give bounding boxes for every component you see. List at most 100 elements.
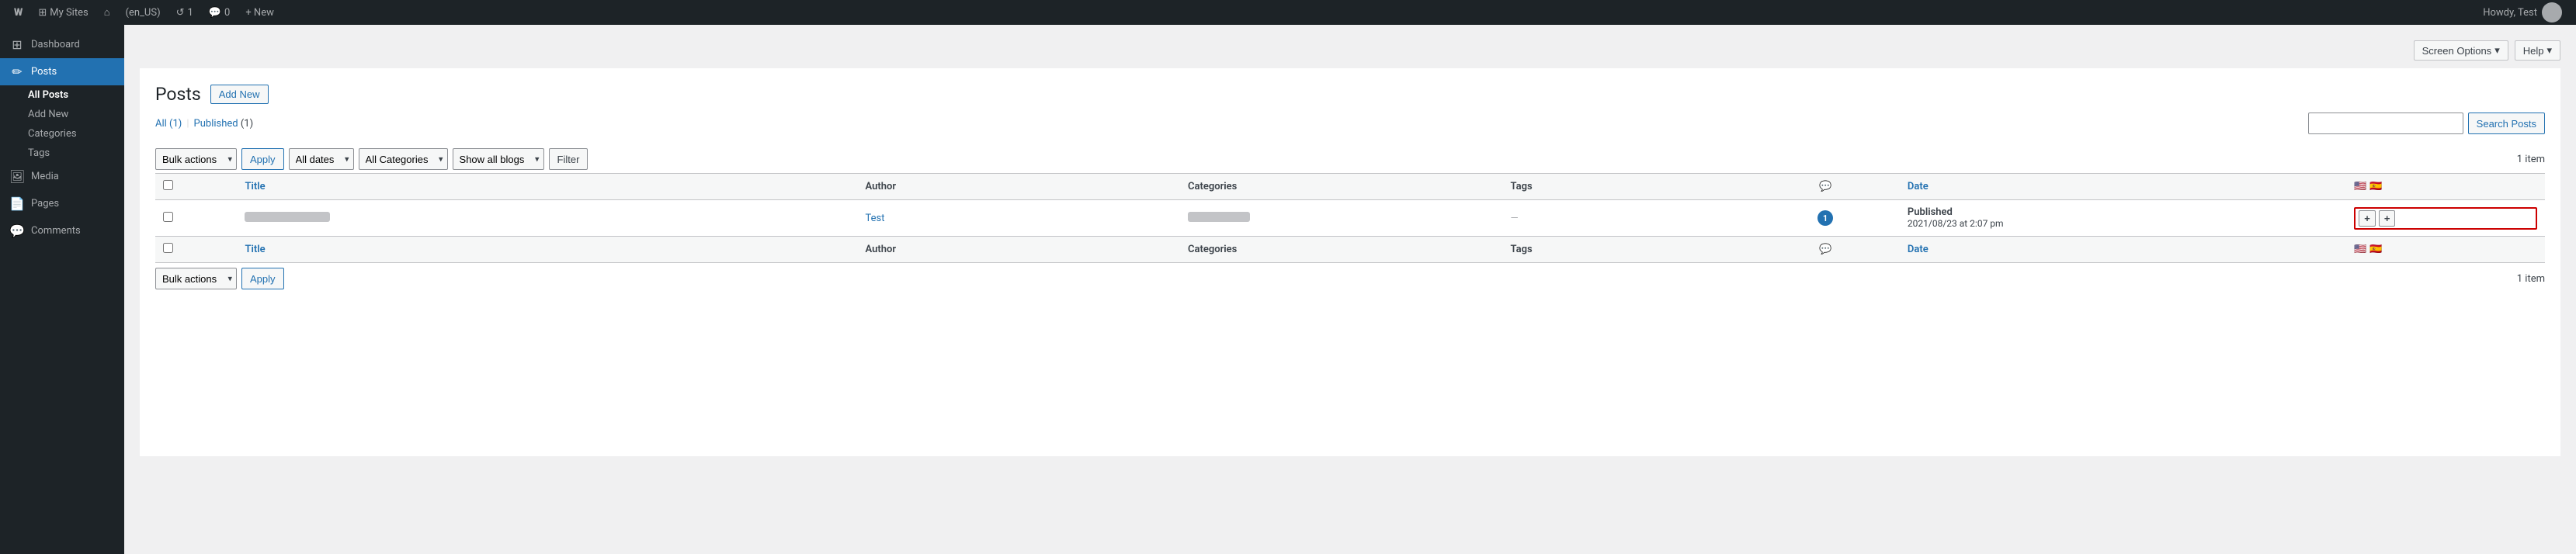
add-lang-us-button[interactable]: +: [2359, 210, 2376, 227]
filter-separator: |: [186, 118, 189, 130]
sidebar-item-dashboard[interactable]: ⊞ Dashboard: [0, 31, 124, 58]
pages-icon: 📄: [9, 196, 25, 211]
apply-button-top[interactable]: Apply: [241, 148, 284, 170]
update-icon: ↺: [176, 7, 185, 19]
tags-col-label-footer: Tags: [1511, 244, 1533, 255]
apply-label-bottom: Apply: [250, 273, 276, 285]
comments-count: 0: [224, 7, 230, 19]
date-col-label: Date: [1908, 181, 1929, 192]
categories-cell: [1180, 200, 1503, 237]
admin-sidebar: ⊞ Dashboard ✏ Posts All Posts Add New Ca…: [0, 25, 124, 554]
dates-filter-select[interactable]: All dates: [289, 148, 354, 170]
title-col-label: Title: [245, 181, 265, 192]
comments-footer-header: 💬: [1751, 237, 1900, 263]
sidebar-item-all-posts[interactable]: All Posts: [0, 85, 124, 105]
add-new-label: Add New: [28, 109, 68, 120]
select-all-footer: [155, 237, 237, 263]
content-wrap: Posts Add New All (1) | Publis: [140, 68, 2560, 456]
sidebar-item-comments[interactable]: 💬 Comments: [0, 217, 124, 244]
sidebar-item-categories[interactable]: Categories: [0, 124, 124, 144]
flag-us-header: 🇺🇸: [2354, 181, 2366, 192]
author-col-label-footer: Author: [866, 244, 897, 255]
title-col-label-footer: Title: [245, 244, 265, 255]
wp-logo-icon: W: [14, 7, 23, 19]
screen-options-button[interactable]: Screen Options ▾: [2414, 40, 2508, 61]
my-sites-label: My Sites: [50, 7, 88, 19]
comments-item[interactable]: 💬 0: [201, 0, 238, 25]
sidebar-item-media[interactable]: 🖼 Media: [0, 163, 124, 190]
comments-icon-header: 💬: [1819, 181, 1831, 192]
author-link[interactable]: Test: [866, 213, 885, 224]
comments-icon: 💬: [209, 7, 221, 19]
sidebar-item-pages[interactable]: 📄 Pages: [0, 190, 124, 217]
item-count-bottom: 1 item: [2517, 273, 2545, 285]
tags-dash: —: [1511, 213, 1519, 224]
categories-column-header: Categories: [1180, 174, 1503, 200]
updates-item[interactable]: ↺ 1: [168, 0, 201, 25]
categories-col-label: Categories: [1188, 181, 1237, 192]
search-box: Search Posts: [2308, 113, 2545, 134]
bulk-actions-select-bottom[interactable]: Bulk actions: [155, 268, 237, 289]
sidebar-item-posts[interactable]: ✏ Posts: [0, 58, 124, 85]
search-input[interactable]: [2308, 113, 2463, 134]
home-item[interactable]: ⌂: [96, 0, 118, 25]
sidebar-label-dashboard: Dashboard: [31, 39, 80, 50]
new-content-item[interactable]: + New: [238, 0, 282, 25]
published-label: Published: [194, 118, 238, 130]
tags-label: Tags: [28, 147, 50, 159]
tags-col-label: Tags: [1511, 181, 1533, 192]
table-header: Title Author Categories Tags: [155, 174, 2545, 200]
screen-options-label: Screen Options: [2422, 45, 2492, 57]
bulk-actions-wrap-bottom: Bulk actions: [155, 268, 237, 289]
dashboard-icon: ⊞: [9, 37, 25, 52]
published-status: Published: [1908, 206, 1953, 218]
sidebar-item-tags[interactable]: Tags: [0, 144, 124, 163]
date-value: 2021/08/23 at 2:07 pm: [1908, 218, 2338, 230]
sidebar-label-posts: Posts: [31, 66, 57, 78]
filter-button[interactable]: Filter: [549, 148, 588, 170]
lang-add-buttons: + +: [2354, 207, 2537, 230]
all-posts-filter-link[interactable]: All (1): [155, 118, 182, 130]
my-sites-item[interactable]: ⊞ My Sites: [30, 0, 95, 25]
lang-cell: + +: [2346, 200, 2545, 237]
table-footer: Title Author Categories Tags: [155, 237, 2545, 263]
select-all-checkbox[interactable]: [163, 180, 173, 190]
help-button[interactable]: Help ▾: [2515, 40, 2560, 61]
date-sort-link-footer[interactable]: Date: [1908, 244, 1929, 255]
sidebar-label-media: Media: [31, 171, 59, 182]
comment-count-badge: 1: [1817, 210, 1833, 226]
wp-logo-item[interactable]: W: [6, 0, 30, 25]
site-name-item[interactable]: (en_US): [118, 0, 168, 25]
blogs-filter-select[interactable]: Show all blogs: [453, 148, 544, 170]
title-sort-link[interactable]: Title: [245, 181, 265, 192]
bulk-actions-select-top[interactable]: Bulk actions: [155, 148, 237, 170]
date-sort-link[interactable]: Date: [1908, 181, 1929, 192]
row-checkbox[interactable]: [163, 212, 173, 222]
all-posts-label: All Posts: [28, 89, 68, 101]
author-footer-header: Author: [858, 237, 1181, 263]
add-lang-es-button[interactable]: +: [2379, 210, 2396, 227]
search-posts-button[interactable]: Search Posts: [2468, 113, 2545, 134]
add-new-button[interactable]: Add New: [210, 85, 269, 104]
posts-table: Title Author Categories Tags: [155, 173, 2545, 263]
date-cell: Published 2021/08/23 at 2:07 pm: [1900, 200, 2346, 237]
all-filter-label: All: [155, 118, 167, 130]
page-title: Posts: [155, 84, 201, 105]
author-col-label: Author: [866, 181, 897, 192]
title-sort-link-footer[interactable]: Title: [245, 244, 265, 255]
title-column-header: Title: [237, 174, 857, 200]
howdy-label: Howdy, Test: [2483, 7, 2537, 19]
search-posts-label: Search Posts: [2477, 118, 2536, 130]
help-chevron: ▾: [2546, 44, 2552, 57]
flag-es-header: 🇪🇸: [2369, 181, 2382, 192]
categories-filter-select[interactable]: All Categories: [359, 148, 448, 170]
date-column-header: Date: [1900, 174, 2346, 200]
sidebar-item-add-new[interactable]: Add New: [0, 105, 124, 124]
author-cell: Test: [858, 200, 1181, 237]
select-all-checkbox-footer[interactable]: [163, 243, 173, 253]
title-cell: [237, 200, 857, 237]
apply-button-bottom[interactable]: Apply: [241, 268, 284, 289]
comments-icon-footer: 💬: [1819, 244, 1831, 255]
post-filter-nav: All (1) | Published (1): [155, 118, 253, 130]
published-filter-link[interactable]: Published: [194, 118, 241, 130]
